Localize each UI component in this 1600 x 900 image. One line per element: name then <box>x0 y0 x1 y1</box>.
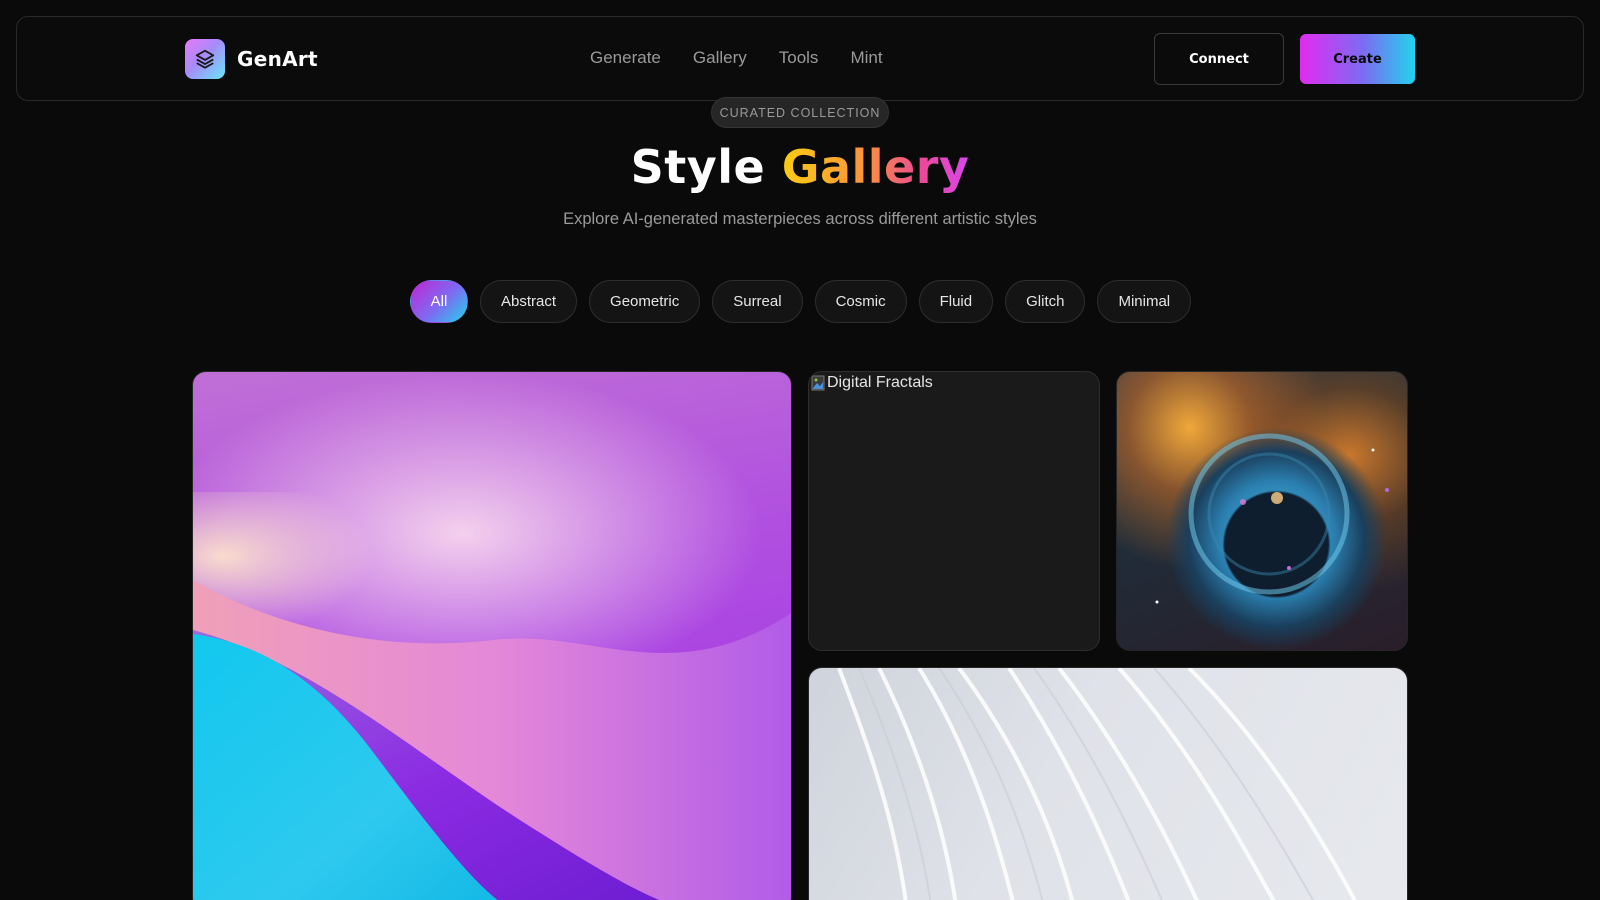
brand-name: GenArt <box>237 47 318 71</box>
create-button[interactable]: Create <box>1300 34 1415 84</box>
nav-link-tools[interactable]: Tools <box>779 48 819 68</box>
cosmic-bubble-image <box>1155 433 1389 604</box>
layers-icon <box>185 39 225 79</box>
filter-chip-glitch[interactable]: Glitch <box>1005 280 1086 323</box>
page-title-accent: Gallery <box>781 140 970 194</box>
filter-chip-all[interactable]: All <box>410 280 468 323</box>
filter-chip-fluid[interactable]: Fluid <box>918 280 994 323</box>
collection-badge: CURATED COLLECTION <box>711 97 889 128</box>
filter-chip-surreal[interactable]: Surreal <box>712 280 803 323</box>
gallery-item-cosmic[interactable] <box>1116 371 1408 651</box>
gallery-item-digital-fractals[interactable]: Digital Fractals <box>808 371 1100 651</box>
top-navbar: GenArt Generate Gallery Tools Mint Conne… <box>16 16 1584 101</box>
nav-link-gallery[interactable]: Gallery <box>693 48 747 68</box>
gallery-item-abstract[interactable] <box>192 371 792 900</box>
image-alt-text: Digital Fractals <box>827 374 933 391</box>
gallery-item-minimal[interactable] <box>808 667 1408 900</box>
page-subtitle: Explore AI-generated masterpieces across… <box>563 210 1037 228</box>
style-filter-bar: All Abstract Geometric Surreal Cosmic Fl… <box>410 280 1192 323</box>
filter-chip-geometric[interactable]: Geometric <box>589 280 701 323</box>
page-title-plain: Style <box>630 140 766 194</box>
filter-chip-minimal[interactable]: Minimal <box>1097 280 1192 323</box>
filter-chip-cosmic[interactable]: Cosmic <box>814 280 907 323</box>
nav-link-mint[interactable]: Mint <box>850 48 882 68</box>
white-lines-image <box>837 668 1357 900</box>
broken-image-placeholder: Digital Fractals <box>811 374 933 392</box>
connect-button[interactable]: Connect <box>1154 33 1284 85</box>
main-nav: Generate Gallery Tools Mint <box>590 48 883 68</box>
page-title: Style Gallery <box>0 140 1600 194</box>
broken-image-icon <box>811 375 825 391</box>
brand[interactable]: GenArt <box>185 39 318 79</box>
abstract-waves-image <box>193 492 791 900</box>
nav-link-generate[interactable]: Generate <box>590 48 661 68</box>
filter-chip-abstract[interactable]: Abstract <box>480 280 578 323</box>
